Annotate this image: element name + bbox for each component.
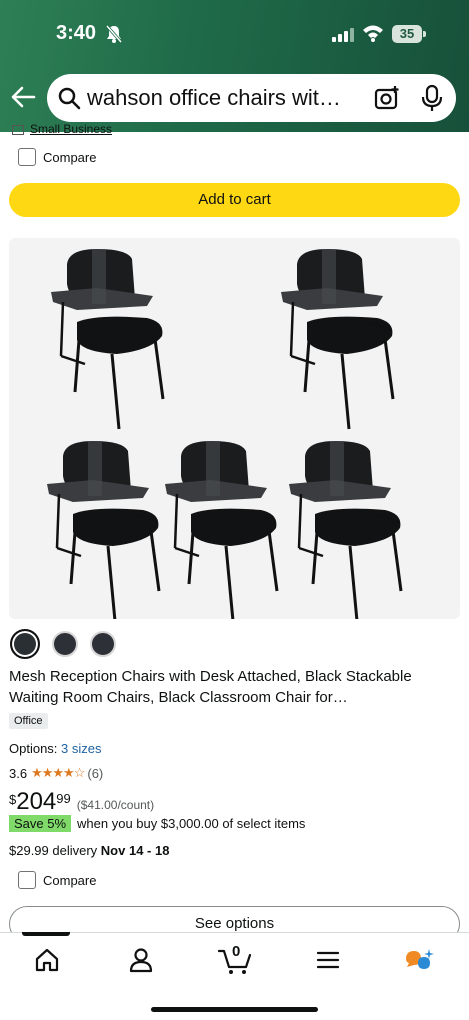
color-swatch[interactable]: [52, 631, 78, 657]
bottom-tab-bar: 0: [0, 932, 469, 1020]
compare-label: Compare: [43, 872, 97, 888]
star-rating-icon: ★★★★☆: [31, 765, 85, 780]
home-icon[interactable]: [34, 947, 60, 973]
search-icon: [58, 87, 81, 110]
delivery-price: $29.99 delivery: [9, 843, 98, 858]
price-whole: 204: [16, 788, 57, 815]
compare-label: Compare: [43, 149, 97, 165]
category-badge: Office: [9, 713, 48, 729]
save-text: when you buy $3,000.00 of select items: [77, 816, 306, 831]
rating-row[interactable]: 3.6 ★★★★☆ (6): [9, 765, 103, 781]
checkbox[interactable]: [18, 148, 36, 166]
delivery-date: Nov 14 - 18: [100, 843, 170, 858]
status-time: 3:40: [56, 22, 97, 44]
camera-search-icon[interactable]: [373, 84, 401, 112]
price: $ 204 99 ($41.00/count): [9, 788, 154, 816]
account-icon[interactable]: [128, 947, 154, 973]
battery-indicator: 35: [392, 25, 426, 43]
battery-level: 35: [392, 25, 422, 43]
color-swatch-selected[interactable]: [10, 629, 40, 659]
store-icon: [12, 124, 24, 135]
sizes-link[interactable]: 3 sizes: [61, 741, 101, 756]
product-title[interactable]: Mesh Reception Chairs with Desk Attached…: [9, 666, 461, 708]
rating-count: (6): [87, 765, 104, 781]
top-header: 3:40 35 wahson office chairs wit…: [0, 0, 469, 132]
small-business-badge[interactable]: Small Business: [12, 122, 112, 136]
back-arrow-icon[interactable]: [10, 84, 36, 110]
menu-icon[interactable]: [316, 947, 340, 973]
rufus-icon[interactable]: [404, 947, 436, 975]
battery-tip: [423, 31, 426, 37]
wifi-icon: [363, 25, 383, 42]
color-swatch[interactable]: [90, 631, 116, 657]
active-tab-indicator: [22, 932, 70, 936]
price-symbol: $: [9, 792, 17, 807]
options-label: Options:: [9, 741, 58, 756]
checkbox[interactable]: [18, 871, 36, 889]
chairs-photo: [45, 247, 403, 619]
rating-value: 3.6: [9, 765, 28, 781]
delivery-info: $29.99 delivery Nov 14 - 18: [9, 843, 169, 858]
save-badge: Save 5%: [9, 815, 72, 832]
search-input[interactable]: wahson office chairs wit…: [87, 85, 365, 111]
cart-count: 0: [232, 943, 241, 960]
search-bar[interactable]: wahson office chairs wit…: [47, 74, 456, 122]
compare-checkbox-top[interactable]: Compare: [18, 148, 96, 166]
signal-icon: [332, 28, 354, 42]
price-fraction: 99: [56, 791, 71, 806]
color-swatches: [10, 629, 116, 659]
silent-bell-icon: [105, 25, 123, 43]
options-row: Options: 3 sizes: [9, 741, 102, 756]
compare-checkbox[interactable]: Compare: [18, 871, 96, 889]
product-image[interactable]: [9, 238, 460, 619]
small-business-label: Small Business: [30, 122, 113, 136]
unit-price: ($41.00/count): [76, 798, 155, 812]
microphone-icon[interactable]: [421, 84, 443, 112]
savings-row: Save 5% when you buy $3,000.00 of select…: [9, 815, 305, 832]
home-indicator: [151, 1007, 318, 1012]
add-to-cart-button[interactable]: Add to cart: [9, 183, 460, 217]
cart-button[interactable]: 0: [217, 941, 252, 975]
